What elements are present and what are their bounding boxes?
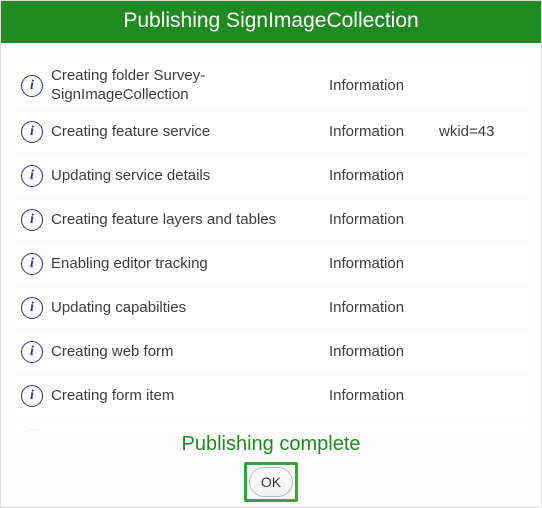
log-level: Information [329,77,439,94]
log-icon-cell: i [13,385,51,407]
log-message: Creating web form [51,343,329,360]
log-level: Information [329,387,439,404]
log-icon-cell: i [13,165,51,187]
log-level: Information [329,255,439,272]
log-level: Information [329,431,439,433]
log-level: Information [329,123,439,140]
log-icon-cell: i [13,297,51,319]
log-icon-cell: i [13,341,51,363]
log-message: Creating feature service [51,123,329,140]
info-icon: i [21,121,43,143]
info-icon: i [21,165,43,187]
log-row: i Updating service details Information [13,155,529,199]
status-text: Publishing complete [13,433,529,456]
info-icon: i [21,75,43,97]
ok-button[interactable]: OK [249,467,293,497]
log-message: Creating form item [51,387,329,404]
log-row: i Creating feature layers and tables Inf… [13,199,529,243]
log-icon-cell: i [13,429,51,434]
log-level: Information [329,299,439,316]
dialog-footer: Publishing complete OK [13,433,529,507]
ok-button-highlight: OK [244,462,298,502]
info-icon: i [21,429,43,434]
log-message: Creating folder Survey-SignImageCollecti… [51,67,329,105]
log-row: i Updating capabilties Information [13,287,529,331]
log-message: Refreshing item information [51,431,329,433]
log-level: Information [329,211,439,228]
info-icon: i [21,341,43,363]
log-icon-cell: i [13,75,51,97]
log-row: i Enabling editor tracking Information [13,243,529,287]
info-icon: i [21,297,43,319]
log-level: Information [329,167,439,184]
log-row: i Creating folder Survey-SignImageCollec… [13,63,529,111]
log-icon-cell: i [13,121,51,143]
log-icon-cell: i [13,209,51,231]
info-icon: i [21,209,43,231]
log-extra: wkid=43 [439,123,529,140]
info-icon: i [21,253,43,275]
log-icon-cell: i [13,253,51,275]
log-level: Information [329,343,439,360]
log-row: i Refreshing item information Informatio… [13,419,529,434]
log-row: i Creating form item Information [13,375,529,419]
log-message: Updating capabilties [51,299,329,316]
log-row: i Creating web form Information [13,331,529,375]
publishing-dialog: Publishing SignImageCollection i Creatin… [0,0,542,508]
dialog-header: Publishing SignImageCollection [1,1,541,43]
log-message: Updating service details [51,167,329,184]
log-row: i Creating feature service Information w… [13,111,529,155]
log-list: i Creating folder Survey-SignImageCollec… [13,63,529,433]
log-message: Creating feature layers and tables [51,211,329,228]
dialog-body: i Creating folder Survey-SignImageCollec… [1,43,541,507]
log-message: Enabling editor tracking [51,255,329,272]
info-icon: i [21,385,43,407]
dialog-title: Publishing SignImageCollection [123,9,418,32]
